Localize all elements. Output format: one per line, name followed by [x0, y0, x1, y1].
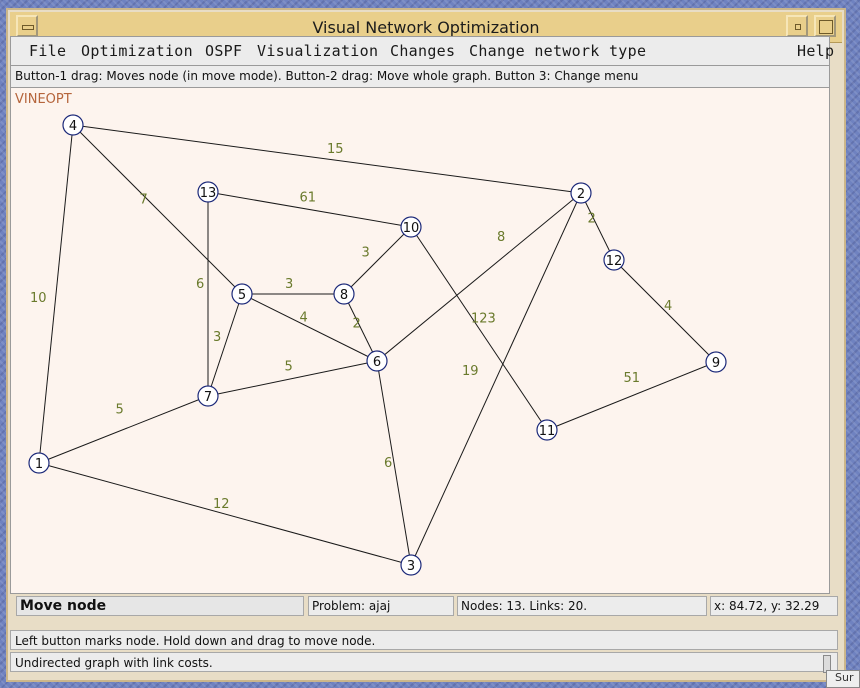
problem-name: Problem: ajaj — [308, 596, 454, 616]
edge-cost-label: 5 — [116, 403, 124, 418]
edge-2-12[interactable] — [580, 192, 615, 261]
node-9[interactable]: 9 — [705, 351, 727, 373]
node-label: 5 — [238, 288, 246, 303]
node-2[interactable]: 2 — [570, 182, 592, 204]
cursor-coordinates: x: 84.72, y: 32.29 — [710, 596, 838, 616]
mode-indicator: Move node — [16, 596, 304, 616]
edge-cost-label: 61 — [300, 191, 317, 206]
edge-cost-label: 2 — [588, 212, 596, 227]
edge-cost-label: 8 — [497, 230, 505, 245]
node-1[interactable]: 1 — [28, 452, 50, 474]
node-13[interactable]: 13 — [197, 181, 219, 203]
edge-cost-label: 2 — [353, 317, 361, 332]
edge-cost-label: 15 — [327, 142, 344, 157]
node-label: 3 — [407, 559, 415, 574]
edge-cost-label: 3 — [362, 246, 370, 261]
edge-10-11[interactable] — [410, 226, 548, 431]
menu-change-network-type[interactable]: Change network type — [469, 42, 646, 60]
edge-cost-label: 10 — [30, 291, 47, 306]
help-message: Left button marks node. Hold down and dr… — [10, 630, 838, 650]
edge-cost-label: 4 — [664, 299, 672, 314]
edge-4-2[interactable] — [72, 124, 582, 194]
edge-cost-label: 51 — [624, 371, 641, 386]
node-label: 8 — [340, 288, 348, 303]
edge-cost-label: 3 — [213, 330, 221, 345]
node-3[interactable]: 3 — [400, 554, 422, 576]
edge-cost-label: 123 — [471, 312, 496, 327]
menu-ospf[interactable]: OSPF — [205, 42, 242, 60]
node-label: 1 — [35, 457, 43, 472]
minimize-button[interactable] — [786, 15, 808, 37]
node-label: 12 — [606, 254, 623, 269]
node-label: 7 — [204, 390, 212, 405]
edge-10-8[interactable] — [343, 226, 412, 295]
edge-cost-label: 12 — [213, 497, 230, 512]
node-label: 6 — [373, 355, 381, 370]
edge-1-3[interactable] — [38, 462, 412, 566]
node-label: 4 — [69, 119, 77, 134]
window-title: Visual Network Optimization — [312, 18, 540, 37]
maximize-button[interactable] — [814, 15, 836, 37]
node-label: 2 — [577, 187, 585, 202]
node-5[interactable]: 5 — [231, 283, 253, 305]
edge-cost-label: 6 — [196, 277, 204, 292]
graph-canvas[interactable]: VINEOPT 15 10 7 61 6 3 123 2 8 19 4 3 4 3 2 5 5 12 6 51 1 2 3 4 5… — [10, 88, 830, 594]
menu-visualization[interactable]: Visualization — [257, 42, 378, 60]
node-12[interactable]: 12 — [603, 249, 625, 271]
node-4[interactable]: 4 — [62, 114, 84, 136]
graph-counts: Nodes: 13. Links: 20. — [457, 596, 707, 616]
edge-2-3[interactable] — [410, 192, 582, 566]
menu-bar: File Optimization OSPF Visualization Cha… — [10, 36, 834, 66]
menu-optimization[interactable]: Optimization — [81, 42, 193, 60]
node-label: 10 — [403, 221, 420, 236]
edge-cost-label: 7 — [140, 193, 148, 208]
network-graph[interactable]: VINEOPT15107 6163123281943432551265112345… — [11, 88, 829, 593]
edge-6-3[interactable] — [376, 360, 412, 566]
node-10[interactable]: 10 — [400, 216, 422, 238]
node-8[interactable]: 8 — [333, 283, 355, 305]
graph-type-text: Undirected graph with link costs. — [15, 656, 213, 670]
node-11[interactable]: 11 — [536, 419, 558, 441]
edge-5-7[interactable] — [207, 293, 243, 397]
edge-4-5[interactable] — [72, 124, 243, 295]
node-6[interactable]: 6 — [366, 350, 388, 372]
graph-type-message: Undirected graph with link costs. — [10, 652, 838, 673]
edge-cost-label: 6 — [384, 456, 392, 471]
node-label: 9 — [712, 356, 720, 371]
edge-cost-label: 19 — [462, 364, 479, 379]
edge-cost-label: 4 — [300, 311, 308, 326]
menu-help[interactable]: Help — [797, 42, 834, 60]
node-7[interactable]: 7 — [197, 385, 219, 407]
menu-changes[interactable]: Changes — [390, 42, 455, 60]
node-label: 11 — [539, 424, 556, 439]
brand-label: VINEOPT — [15, 92, 72, 107]
edge-cost-label: 3 — [285, 277, 293, 292]
edge-cost-label: 5 — [285, 360, 293, 375]
background-window-tab[interactable]: Sur — [826, 670, 860, 688]
node-label: 13 — [200, 186, 217, 201]
mouse-hint-bar: Button-1 drag: Moves node (in move mode)… — [10, 66, 830, 88]
menu-file[interactable]: File — [29, 42, 66, 60]
